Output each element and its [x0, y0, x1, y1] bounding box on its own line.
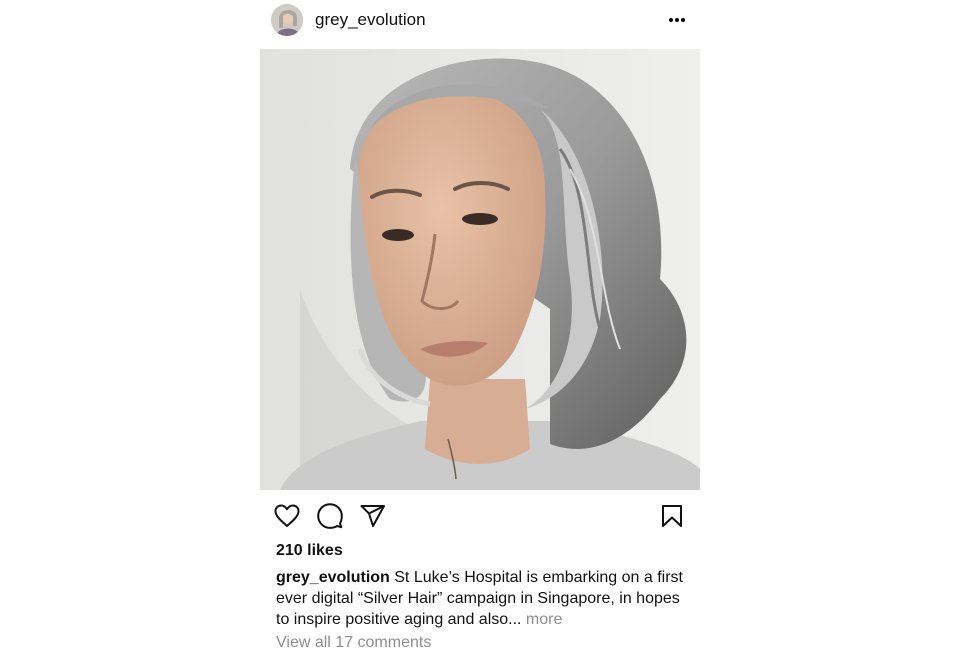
bookmark-icon [662, 505, 682, 527]
more-options-button[interactable] [664, 8, 690, 32]
like-button[interactable] [273, 502, 301, 530]
share-button[interactable] [359, 502, 387, 530]
more-horizontal-icon [668, 17, 686, 23]
send-icon [360, 505, 385, 527]
post-header: grey_evolution [260, 0, 700, 42]
likes-count[interactable]: 210 likes [276, 541, 343, 561]
post-username[interactable]: grey_evolution [315, 10, 426, 30]
instagram-post: grey_evolution 210 likes grey_evolution … [260, 0, 700, 651]
avatar[interactable] [271, 4, 303, 36]
save-button[interactable] [658, 502, 686, 530]
view-comments-link[interactable]: View all 17 comments [276, 632, 431, 653]
comment-icon [317, 503, 343, 529]
portrait-photo [260, 49, 700, 490]
comment-button[interactable] [316, 502, 344, 530]
avatar-image [271, 4, 303, 36]
caption-username[interactable]: grey_evolution [276, 569, 390, 586]
post-caption: grey_evolution St Luke’s Hospital is emb… [276, 567, 696, 630]
post-photo[interactable] [260, 49, 700, 490]
heart-icon [274, 504, 300, 527]
post-actions-bar [260, 498, 700, 534]
caption-more-link[interactable]: more [521, 611, 562, 628]
